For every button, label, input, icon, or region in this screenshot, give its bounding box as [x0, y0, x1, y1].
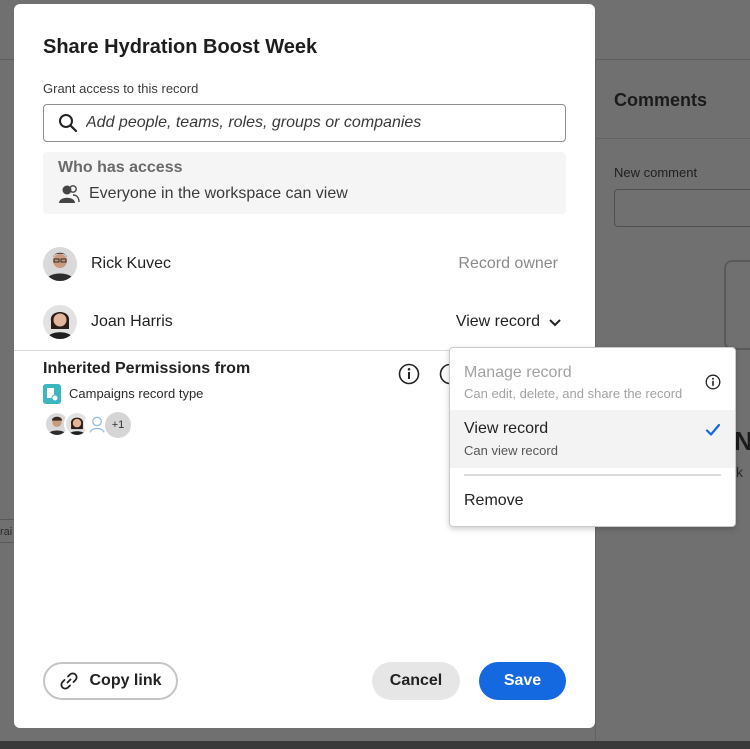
search-box[interactable]: [43, 104, 566, 142]
inherited-source-label: Campaigns record type: [69, 386, 204, 401]
copy-link-label: Copy link: [89, 672, 162, 689]
menu-item-title: Manage record: [464, 364, 572, 381]
empty-state-text: k: [736, 464, 743, 480]
link-icon: [60, 672, 79, 690]
save-button[interactable]: Save: [479, 662, 566, 700]
comments-divider: [596, 138, 750, 139]
avatar: [43, 305, 77, 339]
info-icon[interactable]: [398, 363, 420, 385]
grant-access-label: Grant access to this record: [43, 81, 199, 96]
who-has-access-panel: Who has access Everyone in the workspace…: [43, 152, 566, 214]
user-row-rick: Rick Kuvec Record owner: [43, 247, 566, 287]
inherited-avatars[interactable]: +1: [44, 411, 144, 439]
avatar: [43, 247, 77, 281]
search-input[interactable]: [86, 105, 556, 141]
user-name: Rick Kuvec: [91, 255, 172, 272]
menu-item-remove[interactable]: Remove: [450, 484, 735, 520]
who-has-access-text: Everyone in the workspace can view: [89, 185, 348, 202]
role-dropdown-value: View record: [455, 313, 540, 330]
empty-state-heading: N: [734, 426, 750, 456]
menu-divider: [464, 474, 721, 476]
chevron-down-icon: [549, 319, 561, 327]
dialog-title: Share Hydration Boost Week: [43, 36, 318, 58]
more-avatars-count: +1: [105, 412, 131, 438]
menu-item-title: Remove: [464, 492, 524, 509]
background-footer: [0, 741, 750, 749]
new-comment-input[interactable]: [614, 189, 750, 227]
who-has-access-title: Who has access: [58, 159, 183, 176]
user-name: Joan Harris: [91, 313, 173, 330]
background-left-tag: rai: [0, 519, 14, 543]
inherited-permissions-title: Inherited Permissions from: [43, 360, 251, 377]
checkmark-icon: [705, 423, 721, 436]
empty-state-illustration: [724, 260, 750, 350]
comments-title: Comments: [614, 90, 708, 110]
user-row-joan: Joan Harris View record: [43, 305, 566, 345]
record-owner-label: Record owner: [458, 255, 558, 272]
role-dropdown[interactable]: View record: [456, 313, 566, 335]
menu-item-subtitle: Can edit, delete, and share the record: [464, 386, 683, 401]
menu-item-title: View record: [464, 420, 549, 437]
campaign-record-type-icon: [43, 384, 61, 404]
menu-item-view-record[interactable]: View record Can view record: [450, 410, 735, 468]
people-icon: [59, 185, 80, 203]
info-icon[interactable]: [705, 374, 721, 390]
cancel-button[interactable]: Cancel: [372, 662, 460, 700]
menu-item-subtitle: Can view record: [464, 443, 558, 458]
new-comment-label: New comment: [614, 165, 698, 180]
menu-item-manage-record[interactable]: Manage record Can edit, delete, and shar…: [450, 358, 735, 406]
copy-link-button[interactable]: Copy link: [43, 662, 178, 700]
role-menu: Manage record Can edit, delete, and shar…: [449, 347, 736, 527]
search-icon: [59, 114, 78, 133]
